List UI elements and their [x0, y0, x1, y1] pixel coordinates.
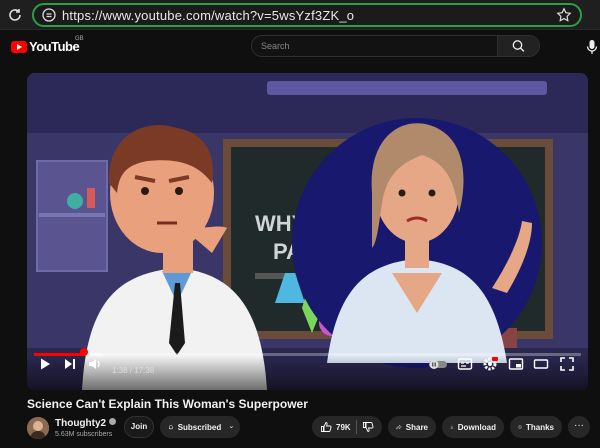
- search-button[interactable]: [497, 36, 539, 56]
- download-icon: [450, 425, 454, 429]
- more-actions-button[interactable]: ···: [568, 416, 590, 438]
- time-display: 1:38 / 17:38: [112, 366, 155, 375]
- search-icon: [512, 40, 525, 52]
- verified-badge-icon: [109, 418, 117, 425]
- like-dislike-group: 79K: [312, 416, 382, 438]
- video-player[interactable]: WHY PAI 1:38 / 17:38: [27, 73, 588, 390]
- share-label: Share: [405, 422, 428, 432]
- video-title: Science Can't Explain This Woman's Super…: [27, 397, 308, 411]
- subscribed-button[interactable]: Subscribed: [160, 416, 240, 438]
- subtitles-icon[interactable]: [457, 356, 473, 372]
- thanks-label: Thanks: [525, 422, 554, 432]
- channel-avatar[interactable]: [27, 417, 49, 439]
- channel-name-text[interactable]: Thoughty2: [55, 418, 106, 429]
- logo-text: YouTube: [29, 39, 80, 54]
- subscribed-label: Subscribed: [177, 422, 222, 432]
- thumbs-up-icon[interactable]: [320, 421, 332, 433]
- like-count[interactable]: 79K: [336, 423, 351, 432]
- chevron-down-icon: [230, 426, 234, 429]
- site-info-icon[interactable]: [42, 8, 56, 22]
- avatar-image: [27, 417, 49, 439]
- video-frame: WHY PAI: [27, 73, 588, 390]
- download-button[interactable]: Download: [442, 416, 504, 438]
- address-url[interactable]: https://www.youtube.com/watch?v=5wsYzf3Z…: [62, 8, 354, 23]
- share-button[interactable]: Share: [388, 416, 436, 438]
- progress-bar[interactable]: [34, 348, 581, 356]
- bell-icon: [168, 425, 174, 430]
- youtube-logo[interactable]: YouTube GB: [11, 36, 84, 55]
- share-arrow-icon: [396, 424, 402, 430]
- youtube-header: YouTube GB: [0, 30, 600, 64]
- theater-mode-icon[interactable]: [533, 356, 549, 372]
- fullscreen-icon[interactable]: [559, 356, 575, 372]
- download-label: Download: [457, 422, 496, 432]
- join-button[interactable]: Join: [124, 416, 154, 438]
- settings-gear-icon[interactable]: [482, 356, 498, 372]
- subscriber-count: 5.63M subscribers: [55, 431, 113, 438]
- super-thanks-icon: [518, 425, 522, 430]
- reload-icon[interactable]: [6, 6, 24, 24]
- search-input[interactable]: [252, 36, 497, 56]
- volume-icon[interactable]: [87, 356, 103, 372]
- bookmark-star-icon[interactable]: [556, 7, 572, 23]
- autoplay-toggle-icon[interactable]: [427, 356, 449, 372]
- thanks-button[interactable]: Thanks: [510, 416, 562, 438]
- youtube-play-logo-icon: [11, 41, 27, 53]
- thumbs-down-icon[interactable]: [362, 421, 374, 433]
- search-box: [251, 35, 540, 57]
- microphone-icon[interactable]: [585, 39, 599, 55]
- next-icon[interactable]: [62, 356, 78, 372]
- browser-toolbar: https://www.youtube.com/watch?v=5wsYzf3Z…: [0, 0, 600, 30]
- like-divider: [355, 420, 357, 434]
- play-icon[interactable]: [37, 356, 53, 372]
- address-bar[interactable]: https://www.youtube.com/watch?v=5wsYzf3Z…: [32, 3, 582, 27]
- player-controls: 1:38 / 17:38: [27, 348, 588, 390]
- miniplayer-icon[interactable]: [508, 356, 524, 372]
- channel-name[interactable]: Thoughty2: [55, 418, 117, 429]
- logo-country-code: GB: [75, 36, 84, 42]
